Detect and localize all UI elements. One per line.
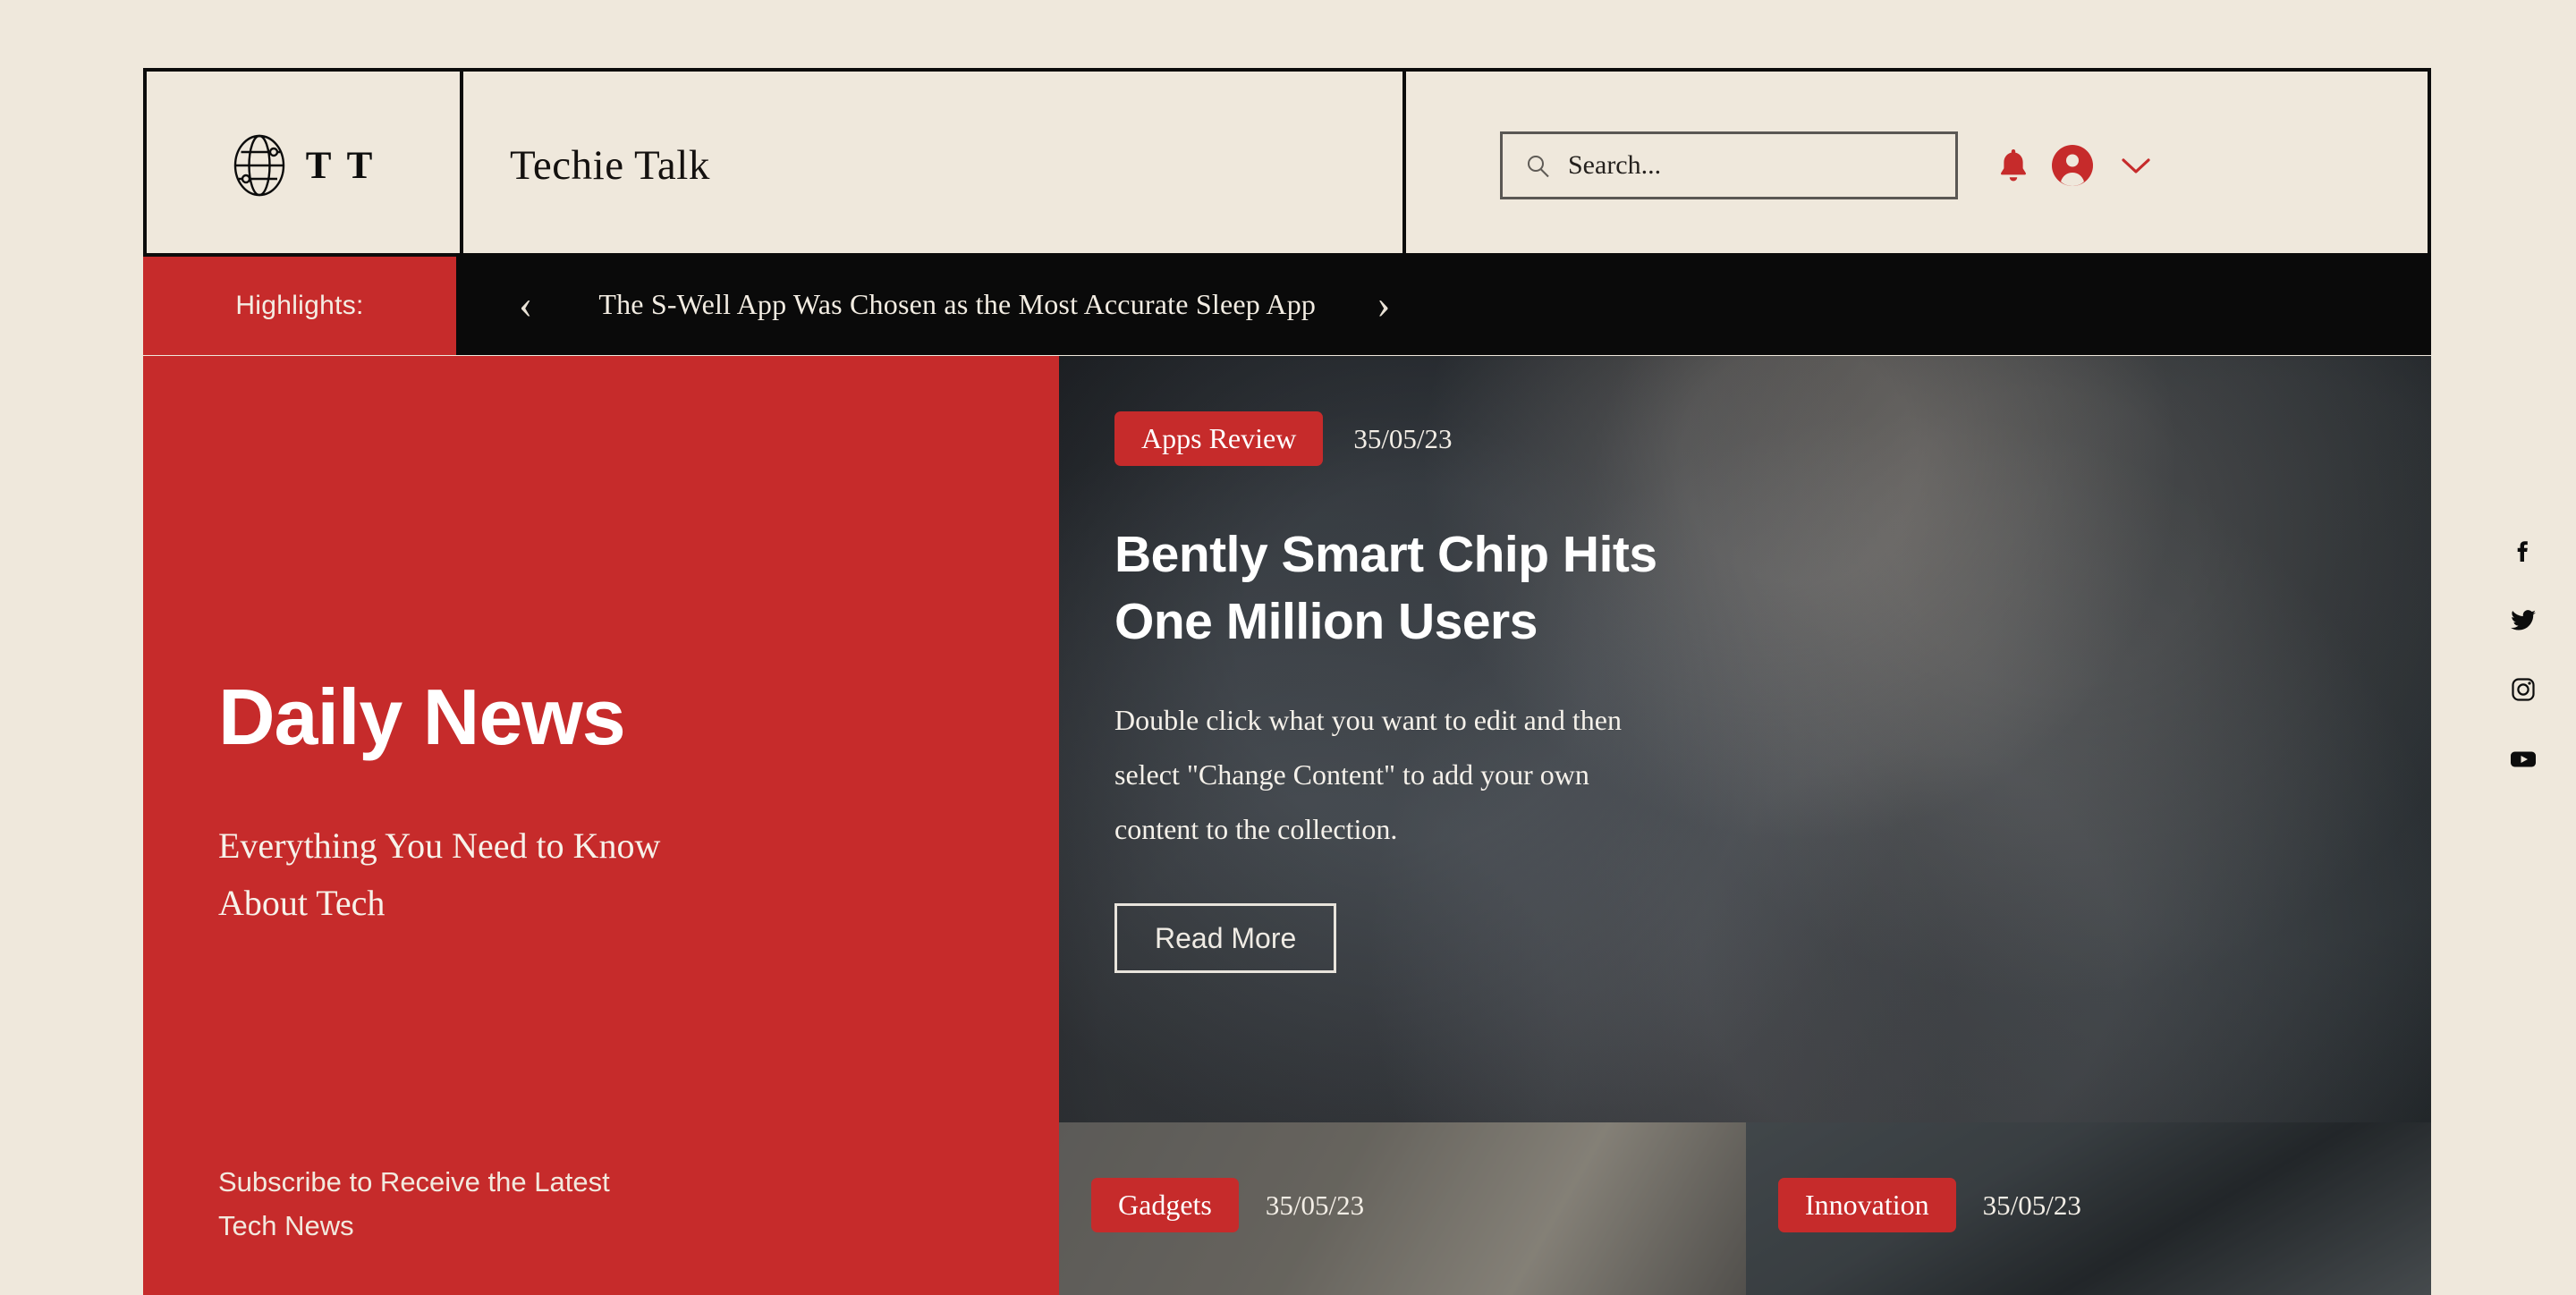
featured-article-card[interactable]: Apps Review 35/05/23 Bently Smart Chip H… xyxy=(1059,356,2431,1122)
hero-articles: Apps Review 35/05/23 Bently Smart Chip H… xyxy=(1059,356,2431,1295)
subscribe-link[interactable]: Subscribe to Receive the Latest Tech New… xyxy=(218,1160,621,1248)
chevron-down-icon[interactable] xyxy=(2120,156,2152,175)
social-rail xyxy=(2510,537,2537,773)
article-date: 35/05/23 xyxy=(1982,1189,2081,1221)
brand-name: Techie Talk xyxy=(510,142,710,189)
youtube-icon[interactable] xyxy=(2510,746,2537,773)
page-subtitle: Everything You Need to Know About Tech xyxy=(218,825,661,923)
avatar[interactable] xyxy=(2052,145,2093,186)
hero-promo-panel: Daily News Everything You Need to Know A… xyxy=(143,356,1059,1295)
highlights-label: Highlights: xyxy=(143,253,456,355)
search-placeholder: Search... xyxy=(1568,150,1662,180)
highlight-headline[interactable]: The S-Well App Was Chosen as the Most Ac… xyxy=(598,288,1316,321)
logo-block[interactable]: T T xyxy=(147,72,463,259)
article-date: 35/05/23 xyxy=(1265,1189,1365,1221)
bell-icon[interactable] xyxy=(1998,148,2029,183)
header-utilities: Search... xyxy=(1406,72,2428,259)
category-tag[interactable]: Apps Review xyxy=(1114,411,1324,466)
category-tag[interactable]: Gadgets xyxy=(1091,1178,1239,1232)
search-input[interactable]: Search... xyxy=(1500,131,1958,199)
carousel-prev-icon[interactable]: ‹ xyxy=(499,284,552,325)
logo-letters: T T xyxy=(305,144,377,187)
hero-section: Daily News Everything You Need to Know A… xyxy=(143,356,2431,1295)
brand-block[interactable]: Techie Talk xyxy=(463,72,1406,259)
highlights-label-text: Highlights: xyxy=(235,291,364,320)
site-header: T T Techie Talk Search... xyxy=(143,68,2431,263)
featured-headline: Bently Smart Chip Hits One Million Users xyxy=(1114,526,1657,651)
article-card-gadgets[interactable]: Gadgets 35/05/23 xyxy=(1059,1122,1746,1295)
highlights-ribbon: Highlights: ‹ The S-Well App Was Chosen … xyxy=(143,253,2431,355)
globe-icon xyxy=(231,133,288,198)
page-title: Daily News xyxy=(218,673,626,761)
featured-body: Double click what you want to edit and t… xyxy=(1114,704,1622,846)
search-icon xyxy=(1526,154,1550,178)
secondary-article-row: Gadgets 35/05/23 Innovation 35/05/23 xyxy=(1059,1122,2431,1295)
category-tag[interactable]: Innovation xyxy=(1778,1178,1956,1232)
page-root: T T Techie Talk Search... Highlights: ‹ … xyxy=(0,0,2576,1295)
highlights-carousel: ‹ The S-Well App Was Chosen as the Most … xyxy=(456,253,2431,355)
featured-meta: Apps Review 35/05/23 xyxy=(1114,411,2431,466)
article-date: 35/05/23 xyxy=(1353,422,1453,454)
header-icon-group xyxy=(1998,145,2152,186)
article-card-innovation[interactable]: Innovation 35/05/23 xyxy=(1746,1122,2431,1295)
read-more-button[interactable]: Read More xyxy=(1114,902,1337,973)
facebook-icon[interactable] xyxy=(2510,537,2537,563)
twitter-icon[interactable] xyxy=(2510,606,2537,633)
carousel-next-icon[interactable]: › xyxy=(1357,284,1410,325)
instagram-icon[interactable] xyxy=(2510,676,2537,703)
